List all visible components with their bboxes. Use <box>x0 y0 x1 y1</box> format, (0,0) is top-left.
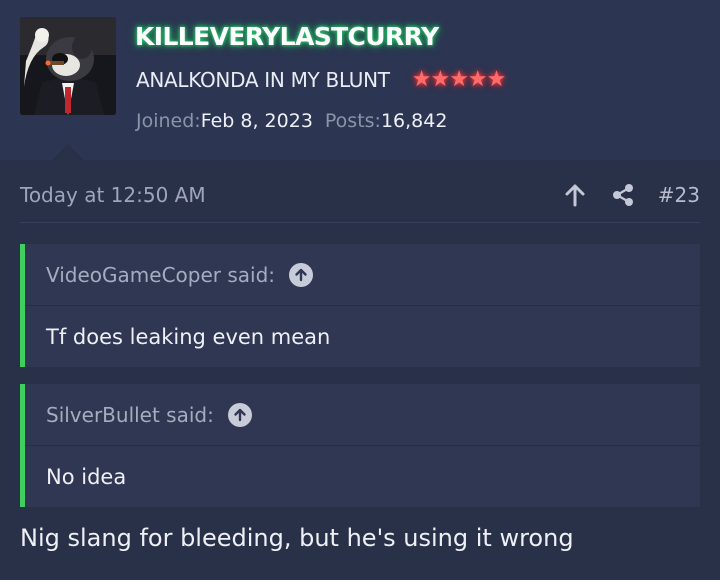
star-rating: ★ ★ ★ ★ ★ <box>411 67 507 92</box>
post-user-header: KILLEVERYLASTCURRY ANALKONDA IN MY BLUNT… <box>0 0 720 160</box>
posts-value[interactable]: 16,842 <box>381 110 447 132</box>
quote-header: SilverBullet said: <box>25 384 700 446</box>
user-title: ANALKONDA IN MY BLUNT <box>136 68 390 92</box>
joined-stat: Joined:Feb 8, 2023 <box>136 110 313 132</box>
quote-author[interactable]: SilverBullet said: <box>46 403 214 427</box>
arrow-up-icon[interactable] <box>562 182 588 208</box>
username[interactable]: KILLEVERYLASTCURRY <box>135 22 439 51</box>
star-icon: ★ <box>467 67 488 92</box>
avatar[interactable] <box>20 17 116 115</box>
quote-header: VideoGameCoper said: <box>25 244 700 306</box>
share-icon[interactable] <box>610 182 636 208</box>
cartoon-character-avatar-image <box>20 17 116 115</box>
post-meta-row: Today at 12:50 AM #23 <box>20 178 700 223</box>
star-icon: ★ <box>449 67 469 92</box>
header-pointer-arrow <box>52 144 84 160</box>
star-icon: ★ <box>486 67 507 92</box>
posts-label: Posts: <box>324 110 381 132</box>
post-date[interactable]: Today at 12:50 AM <box>20 183 206 207</box>
user-stats: Joined:Feb 8, 2023 Posts:16,842 <box>136 110 447 132</box>
quote-text: No idea <box>46 464 127 489</box>
star-icon: ★ <box>411 67 432 92</box>
star-icon: ★ <box>430 67 451 92</box>
post-body-text: Nig slang for bleeding, but he's using i… <box>20 524 574 552</box>
joined-label: Joined: <box>136 110 201 132</box>
post-actions: #23 <box>562 182 700 208</box>
quote-text: Tf does leaking even mean <box>46 324 331 349</box>
quote-block: SilverBullet said: No idea <box>20 384 700 507</box>
posts-stat: Posts:16,842 <box>325 110 448 132</box>
quote-block: VideoGameCoper said: Tf does leaking eve… <box>20 244 700 367</box>
quote-author[interactable]: VideoGameCoper said: <box>46 263 275 287</box>
arrow-up-circle-icon[interactable] <box>227 402 252 427</box>
post-number-link[interactable]: #23 <box>658 183 700 207</box>
joined-value: Feb 8, 2023 <box>200 110 313 132</box>
arrow-up-circle-icon[interactable] <box>289 262 314 287</box>
user-title-row: ANALKONDA IN MY BLUNT ★ ★ ★ ★ ★ <box>136 67 507 92</box>
